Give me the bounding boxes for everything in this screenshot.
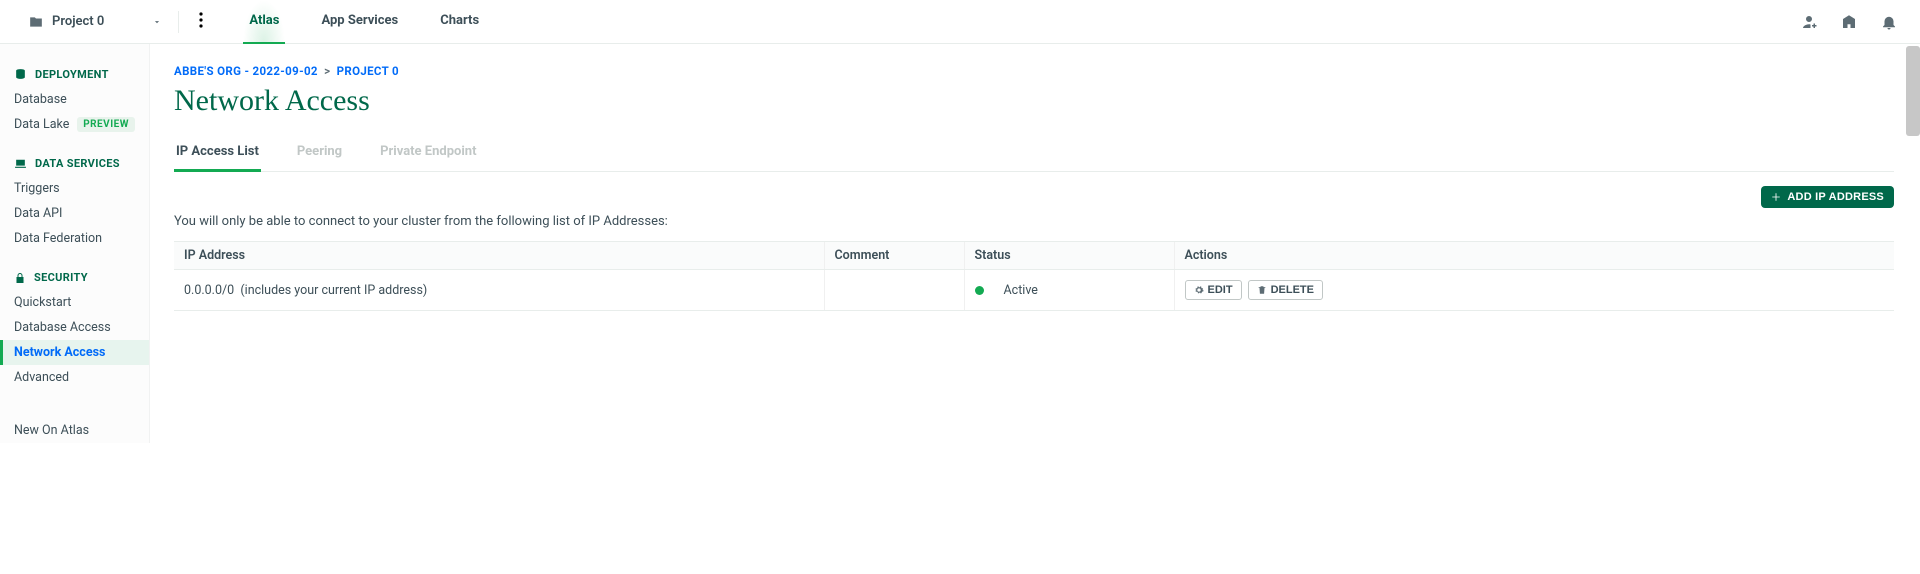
more-vertical-icon (199, 12, 203, 28)
project-selector[interactable]: Project 0 (28, 14, 162, 29)
breadcrumb-separator: > (324, 64, 330, 78)
breadcrumb-project[interactable]: PROJECT 0 (337, 64, 399, 78)
tab-app-services[interactable]: App Services (315, 0, 404, 44)
topbar-right (1800, 13, 1898, 31)
bell-icon[interactable] (1880, 13, 1898, 31)
trash-icon (1257, 285, 1267, 295)
table-row: 0.0.0.0/0 (includes your current IP addr… (174, 270, 1894, 311)
main-content: ABBE'S ORG - 2022-09-02 > PROJECT 0 Netw… (150, 44, 1920, 443)
col-header-comment: Comment (824, 242, 964, 270)
invite-user-icon[interactable] (1800, 13, 1818, 31)
action-row: ADD IP ADDRESS (174, 186, 1894, 208)
description-text: You will only be able to connect to your… (174, 214, 1894, 229)
sidebar-item-data-lake[interactable]: Data Lake PREVIEW (0, 112, 149, 137)
col-header-actions: Actions (1174, 242, 1894, 270)
sidebar-item-new-on-atlas[interactable]: New On Atlas (0, 418, 149, 443)
sidebar-item-quickstart[interactable]: Quickstart (0, 290, 149, 315)
col-header-ip: IP Address (174, 242, 824, 270)
lock-icon (14, 272, 26, 284)
tab-charts[interactable]: Charts (434, 0, 485, 44)
cell-ip: 0.0.0.0/0 (includes your current IP addr… (174, 270, 824, 311)
organization-icon[interactable] (1840, 13, 1858, 31)
preview-badge: PREVIEW (77, 117, 135, 132)
gear-icon (1194, 285, 1204, 295)
folder-icon (28, 15, 44, 29)
edit-button[interactable]: EDIT (1185, 280, 1242, 300)
status-text: Active (1004, 283, 1038, 298)
subtab-private-endpoint[interactable]: Private Endpoint (378, 144, 478, 172)
sidebar-item-database-access[interactable]: Database Access (0, 315, 149, 340)
status-dot-icon (975, 286, 984, 295)
breadcrumb-org[interactable]: ABBE'S ORG - 2022-09-02 (174, 64, 318, 78)
sidebar-item-advanced[interactable]: Advanced (0, 365, 149, 390)
top-nav: Atlas App Services Charts (243, 0, 485, 44)
cell-comment (824, 270, 964, 311)
sidebar-section-deployment: DEPLOYMENT (0, 62, 149, 87)
sidebar: DEPLOYMENT Database Data Lake PREVIEW DA… (0, 44, 150, 443)
topbar: Project 0 Atlas App Services Charts (0, 0, 1920, 44)
project-name: Project 0 (52, 14, 104, 29)
ip-access-table: IP Address Comment Status Actions 0.0.0.… (174, 241, 1894, 311)
scrollbar[interactable] (1906, 46, 1920, 136)
sidebar-item-triggers[interactable]: Triggers (0, 176, 149, 201)
database-icon (14, 68, 27, 81)
col-header-status: Status (964, 242, 1174, 270)
sidebar-item-database[interactable]: Database (0, 87, 149, 112)
subtab-ip-access-list[interactable]: IP Access List (174, 144, 261, 172)
cell-status: Active (964, 270, 1174, 311)
subtab-peering[interactable]: Peering (295, 144, 344, 172)
cell-actions: EDIT DELETE (1174, 270, 1894, 311)
sidebar-section-data-services: DATA SERVICES (0, 151, 149, 176)
laptop-icon (14, 157, 27, 170)
tab-atlas[interactable]: Atlas (243, 0, 285, 44)
breadcrumb: ABBE'S ORG - 2022-09-02 > PROJECT 0 (174, 64, 1894, 78)
subtabs: IP Access List Peering Private Endpoint (174, 144, 1894, 172)
more-menu-button[interactable] (195, 8, 207, 36)
divider (178, 11, 179, 33)
sidebar-section-security: SECURITY (0, 265, 149, 290)
plus-icon (1771, 192, 1781, 202)
sidebar-item-data-federation[interactable]: Data Federation (0, 226, 149, 251)
add-ip-address-button[interactable]: ADD IP ADDRESS (1761, 186, 1894, 208)
sidebar-item-network-access[interactable]: Network Access (0, 340, 149, 365)
page-title: Network Access (174, 84, 1894, 118)
delete-button[interactable]: DELETE (1248, 280, 1323, 300)
chevron-down-icon (152, 17, 162, 27)
sidebar-item-data-api[interactable]: Data API (0, 201, 149, 226)
